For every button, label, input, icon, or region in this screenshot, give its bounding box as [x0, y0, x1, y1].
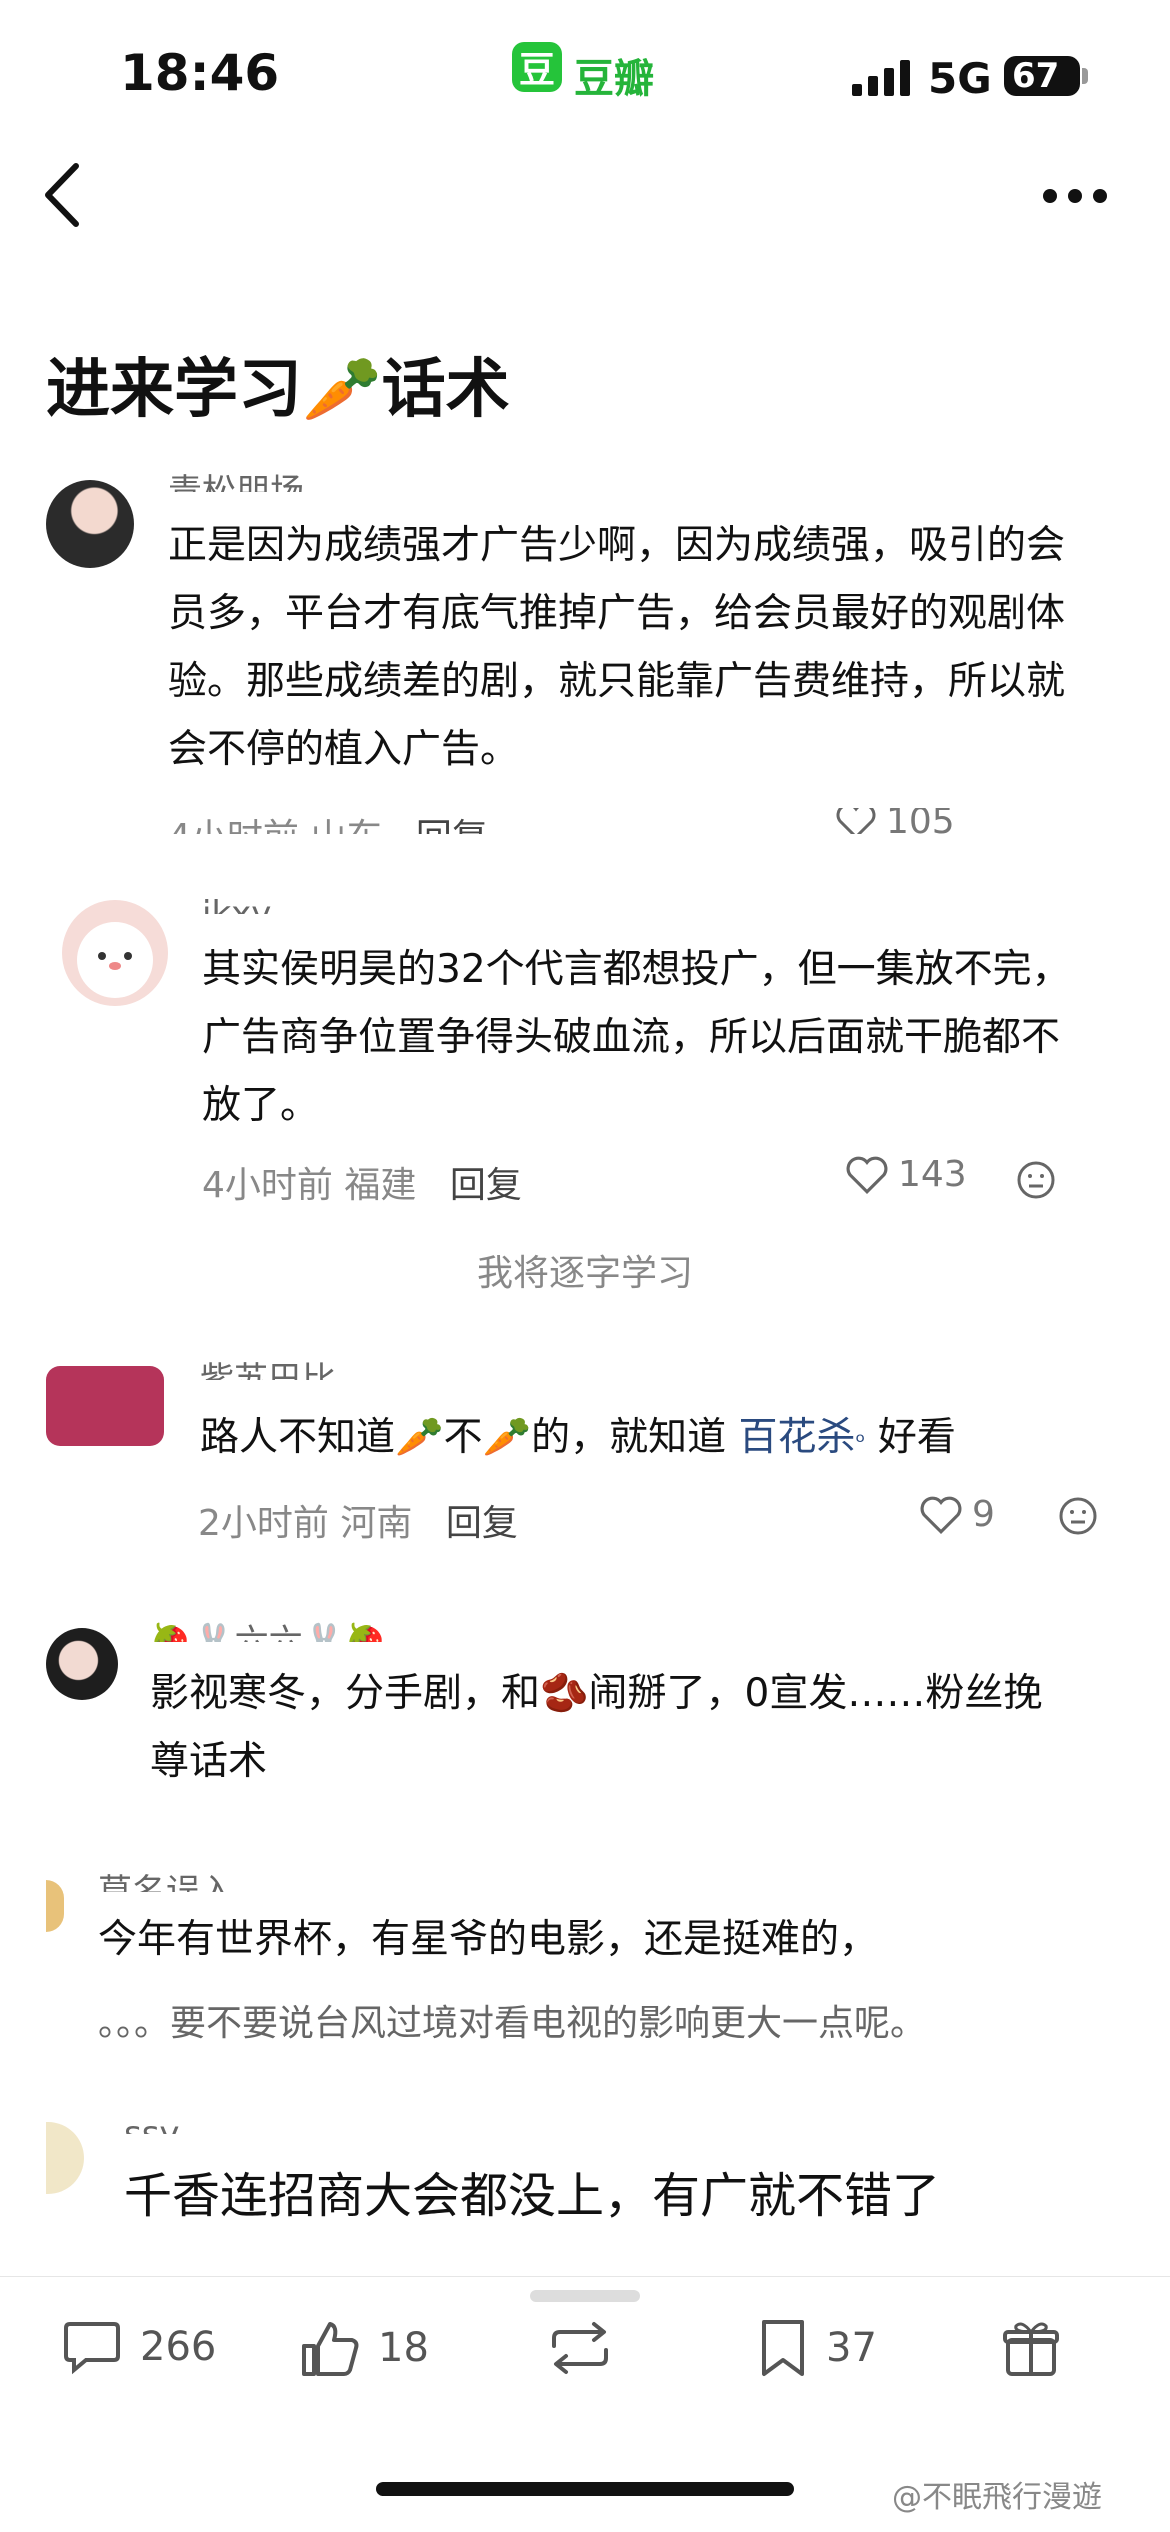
comment-meta: 2小时前 河南 回复 [198, 1494, 518, 1546]
heart-icon [920, 1496, 962, 1534]
bookmark-icon [762, 2320, 804, 2376]
post-title: 进来学习🥕话术 [46, 353, 510, 427]
comment-region: 河南 [340, 1503, 413, 1544]
reply-button[interactable]: 回复 [446, 1503, 518, 1544]
avatar[interactable] [46, 1628, 118, 1700]
bottom-bar-divider [0, 2276, 1170, 2277]
reaction-icon[interactable] [1058, 1496, 1098, 1536]
comment-time: 4小时前 [168, 817, 299, 834]
avatar[interactable] [46, 1880, 64, 1932]
topic-link[interactable]: 百花杀 [739, 1415, 856, 1460]
comment-author[interactable]: ikxy [202, 892, 271, 914]
status-time: 18:46 [120, 44, 280, 102]
comment-text-part: 路人不知道🥕不🥕的，就知道 [200, 1415, 739, 1460]
comment-author[interactable]: 莫名误入 [98, 1870, 234, 1892]
comment-text: 路人不知道🥕不🥕的，就知道 百花杀ᵒ 好看 [200, 1404, 1100, 1476]
repost-icon [552, 2322, 608, 2374]
avatar[interactable] [46, 480, 134, 568]
comment-time: 2小时前 [198, 1503, 329, 1544]
thumbs-up-icon [302, 2322, 359, 2376]
like-button[interactable]: 143 [846, 1154, 967, 1195]
back-icon[interactable] [42, 160, 82, 230]
comment-text: 影视寒冬，分手剧，和🫘闹掰了，0宣发……粉丝挽尊话术 [150, 1671, 1043, 1784]
comment-text: 其实侯明昊的32个代言都想投广，但一集放不完，广告商争位置争得头破血流，所以后面… [202, 947, 1071, 1128]
like-button[interactable]: 9 [920, 1494, 995, 1535]
like-count: 105 [886, 808, 955, 834]
gift-icon [1003, 2322, 1059, 2376]
avatar[interactable] [46, 1366, 164, 1446]
comment-text: 今年有世界杯，有星爷的电影，还是挺难的， [98, 1917, 879, 1962]
comment-text: 正是因为成绩强才广告少啊，因为成绩强，吸引的会员多，平台才有底气推掉广告，给会员… [168, 523, 1066, 772]
reaction-icon[interactable] [1016, 1160, 1056, 1200]
like-post-button[interactable]: 18 [300, 2318, 429, 2378]
comment-followup: 。。。要不要说台风过境对看电视的影响更大一点呢。 [98, 2003, 927, 2044]
avatar[interactable] [46, 2122, 84, 2194]
comments-count: 266 [140, 2324, 217, 2370]
sheet-handle[interactable] [530, 2290, 640, 2302]
comments-button[interactable]: 266 [62, 2318, 216, 2376]
bookmarks-count: 37 [826, 2325, 877, 2371]
comment-author[interactable]: 青松朋场 [168, 470, 304, 492]
comment-text-part: 好看 [865, 1415, 956, 1460]
comment-region: 福建 [344, 1165, 417, 1206]
comment-text: 千香连招商大会都没上，有广就不错了 [124, 2168, 941, 2224]
gift-button[interactable] [1002, 2318, 1060, 2378]
douban-logo-icon: 豆 [512, 42, 562, 92]
comment-meta: 4小时前 山东 回复 [168, 808, 488, 834]
comment-author[interactable]: 紫苏巴比 [200, 1358, 336, 1380]
reply-button[interactable]: 回复 [450, 1165, 522, 1206]
battery-icon: 67 [1004, 56, 1080, 96]
app-name: 豆瓣 [574, 56, 654, 102]
comment-author[interactable]: ssy [124, 2112, 180, 2134]
bookmark-button[interactable]: 37 [758, 2318, 877, 2378]
heart-icon [846, 1156, 888, 1194]
like-button[interactable]: 105 [836, 808, 955, 834]
like-count: 143 [898, 1154, 967, 1195]
comment-bubble-icon [64, 2322, 120, 2375]
search-icon: ᵒ [855, 1428, 866, 1456]
comment-meta: 4小时前 福建 回复 [202, 1156, 522, 1208]
signal-icon [852, 60, 910, 96]
battery-tip [1082, 68, 1088, 84]
comment-time: 4小时前 [202, 1165, 333, 1206]
comment-author[interactable]: 🍓🐰六六🐰🍓 [150, 1620, 387, 1642]
more-options-icon[interactable] [1040, 186, 1110, 206]
comment-region: 山东 [310, 817, 382, 834]
bear-face-icon [77, 922, 153, 998]
avatar[interactable] [62, 900, 168, 1006]
reply-button[interactable]: 回复 [416, 817, 488, 834]
likes-count: 18 [378, 2325, 429, 2371]
home-indicator [376, 2482, 794, 2496]
repost-button[interactable] [546, 2318, 614, 2378]
heart-icon [836, 808, 876, 834]
network-type: 5G [928, 54, 992, 103]
like-count: 9 [972, 1494, 995, 1535]
section-divider-text: 我将逐字学习 [476, 1253, 693, 1294]
watermark-text: @不眠飛行漫遊 [892, 2480, 1102, 2515]
